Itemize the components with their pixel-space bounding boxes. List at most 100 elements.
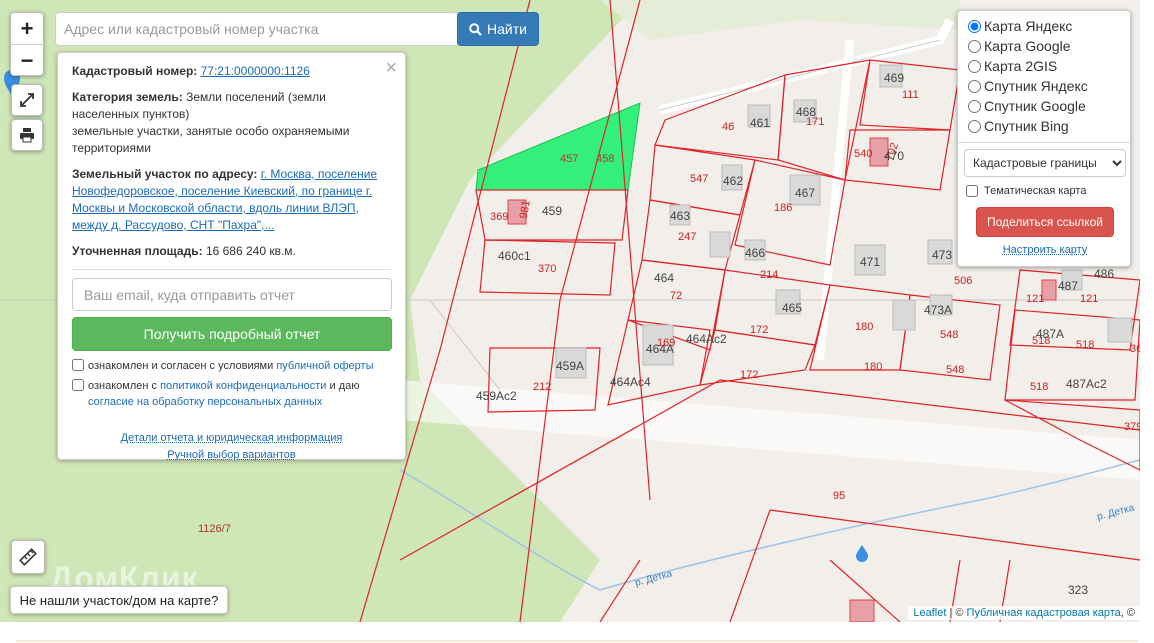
offer-consent-text: ознакомлен и согласен с условиями публич… xyxy=(88,358,374,374)
parcel-label: 487 xyxy=(1058,279,1078,293)
parcel-label: 465 xyxy=(782,301,802,315)
parcel-label: 171 xyxy=(806,116,824,128)
parcel-label: 46 xyxy=(722,121,734,133)
layer-option[interactable]: Карта Google xyxy=(968,36,1122,56)
search-icon xyxy=(469,22,482,36)
parcel-label: 506 xyxy=(954,275,972,287)
thematic-map-checkbox[interactable] xyxy=(966,185,978,197)
parcel-label: 180 xyxy=(864,361,882,373)
parcel-label: 458 xyxy=(596,153,614,165)
close-icon[interactable]: × xyxy=(385,57,397,80)
parcel-label: 473 xyxy=(932,248,952,262)
public-offer-link[interactable]: публичной оферты xyxy=(276,360,373,372)
layer-option[interactable]: Карта Яндекс xyxy=(968,16,1122,36)
map-attribution: Leaflet | © Публичная кадастровая карта,… xyxy=(908,606,1140,620)
parcel-label: 469 xyxy=(884,71,904,85)
not-found-button[interactable]: Не нашли участок/дом на карте? xyxy=(10,586,228,614)
parcel-label: 464Ас2 xyxy=(686,332,727,346)
parcel-label: 466 xyxy=(745,246,765,260)
consent-text: ознакомлен и согласен с условиями xyxy=(88,360,277,372)
layer-option[interactable]: Карта 2GIS xyxy=(968,56,1122,76)
fullscreen-button[interactable] xyxy=(11,84,43,116)
search-button[interactable]: Найти xyxy=(457,12,539,46)
configure-map-link[interactable]: Настроить карту xyxy=(968,244,1122,256)
parcel-label: 518 xyxy=(1076,339,1094,351)
parcel-label: 459Ас2 xyxy=(476,389,517,403)
layer-radio[interactable] xyxy=(968,119,981,133)
get-report-button[interactable]: Получить подробный отчет xyxy=(72,317,392,351)
parcel-label: 186 xyxy=(774,202,792,214)
parcel-label: 540 xyxy=(854,148,872,160)
layer-option[interactable]: Спутник Bing xyxy=(968,116,1122,136)
parcel-label: 462 xyxy=(723,174,743,188)
divider xyxy=(958,142,1130,143)
privacy-policy-link[interactable]: политикой конфиденциальности xyxy=(160,380,326,392)
search-button-label: Найти xyxy=(487,21,527,37)
parcel-label: 1126/7 xyxy=(198,523,231,535)
offer-consent-checkbox[interactable] xyxy=(72,359,84,371)
leaflet-link[interactable]: Leaflet xyxy=(913,607,946,619)
offer-consent-row: ознакомлен и согласен с условиями публич… xyxy=(72,358,391,374)
layer-radio[interactable] xyxy=(968,99,981,113)
layer-radio[interactable] xyxy=(968,39,981,53)
parcel-label: 518 xyxy=(1030,381,1048,393)
divider xyxy=(72,269,391,270)
parcel-label: 457 xyxy=(560,153,578,165)
privacy-consent-checkbox[interactable] xyxy=(72,379,84,391)
layer-option[interactable]: Спутник Яндекс xyxy=(968,76,1122,96)
cadastral-number-link[interactable]: 77:21:0000000:1126 xyxy=(201,64,310,78)
address-row: Земельный участок по адресу: г. Москва, … xyxy=(72,166,391,234)
parcel-label: 463 xyxy=(670,209,690,223)
print-button[interactable] xyxy=(11,119,43,151)
manual-selection-link[interactable]: Ручной выбор вариантов xyxy=(167,447,295,464)
layer-option[interactable]: Спутник Google xyxy=(968,96,1122,116)
expand-icon xyxy=(20,93,34,107)
layer-option-label: Спутник Bing xyxy=(984,118,1069,134)
parcel-info-panel: × Кадастровый номер: 77:21:0000000:1126 … xyxy=(57,52,406,461)
email-field[interactable] xyxy=(72,278,392,311)
parcel-label: 72 xyxy=(670,290,682,302)
parcel-label: 460с1 xyxy=(498,249,531,263)
share-link-button[interactable]: Поделиться ссылкой xyxy=(976,207,1114,237)
parcel-label: 459 xyxy=(542,204,562,218)
parcel-label: 121 xyxy=(1026,293,1044,305)
layer-option-label: Карта Яндекс xyxy=(984,18,1073,34)
search-input[interactable] xyxy=(55,12,459,46)
parcel-label: 461 xyxy=(750,116,770,130)
parcel-label: 470 xyxy=(884,149,904,163)
personal-data-link[interactable]: согласие на обработку персональных данны… xyxy=(88,396,322,408)
parcel-label: 180 xyxy=(855,321,873,333)
thematic-map-row: Тематическая карта xyxy=(966,185,1122,197)
layer-radio[interactable] xyxy=(968,19,981,33)
layer-option-label: Спутник Google xyxy=(984,98,1086,114)
cadastral-map-link[interactable]: Публичная кадастровая карта xyxy=(967,607,1121,619)
layer-radio[interactable] xyxy=(968,59,981,73)
parcel-label: 36 xyxy=(1130,343,1140,355)
parcel-label: 464Ас4 xyxy=(610,375,651,389)
cadastral-label: Кадастровый номер: xyxy=(72,64,198,78)
layer-list: Карта Яндекс Карта Google Карта 2GIS Спутни… xyxy=(968,16,1122,136)
cadastral-layer-select[interactable]: Кадастровые границы xyxy=(964,149,1126,177)
zoom-control: + − xyxy=(10,12,44,76)
parcel-label: 548 xyxy=(940,329,958,341)
area-row: Уточненная площадь: 16 686 240 кв.м. xyxy=(72,243,391,260)
zoom-in-button[interactable]: + xyxy=(11,13,43,44)
panel-links: Детали отчета и юридическая информация Р… xyxy=(72,430,391,464)
parcel-label: 323 xyxy=(1068,583,1088,597)
cadastral-number-row: Кадастровый номер: 77:21:0000000:1126 xyxy=(72,63,391,80)
ruler-button[interactable] xyxy=(11,540,45,574)
layer-radio[interactable] xyxy=(968,79,981,93)
parcel-label: 369 xyxy=(490,211,508,223)
parcel-label: 473А xyxy=(924,303,952,317)
parcel-label: 247 xyxy=(678,231,696,243)
address-label: Земельный участок по адресу: xyxy=(72,167,258,181)
land-category-row: Категория земель: Земли поселений (земли… xyxy=(72,89,391,157)
parcel-label: 487Ас2 xyxy=(1066,377,1107,391)
zoom-out-button[interactable]: − xyxy=(11,44,43,75)
parcel-label: 370 xyxy=(538,263,556,275)
map-right-edge xyxy=(1140,0,1154,622)
layer-option-label: Спутник Яндекс xyxy=(984,78,1088,94)
parcel-label: 467 xyxy=(795,186,815,200)
thematic-map-label: Тематическая карта xyxy=(984,185,1087,197)
report-details-link[interactable]: Детали отчета и юридическая информация xyxy=(121,430,343,447)
